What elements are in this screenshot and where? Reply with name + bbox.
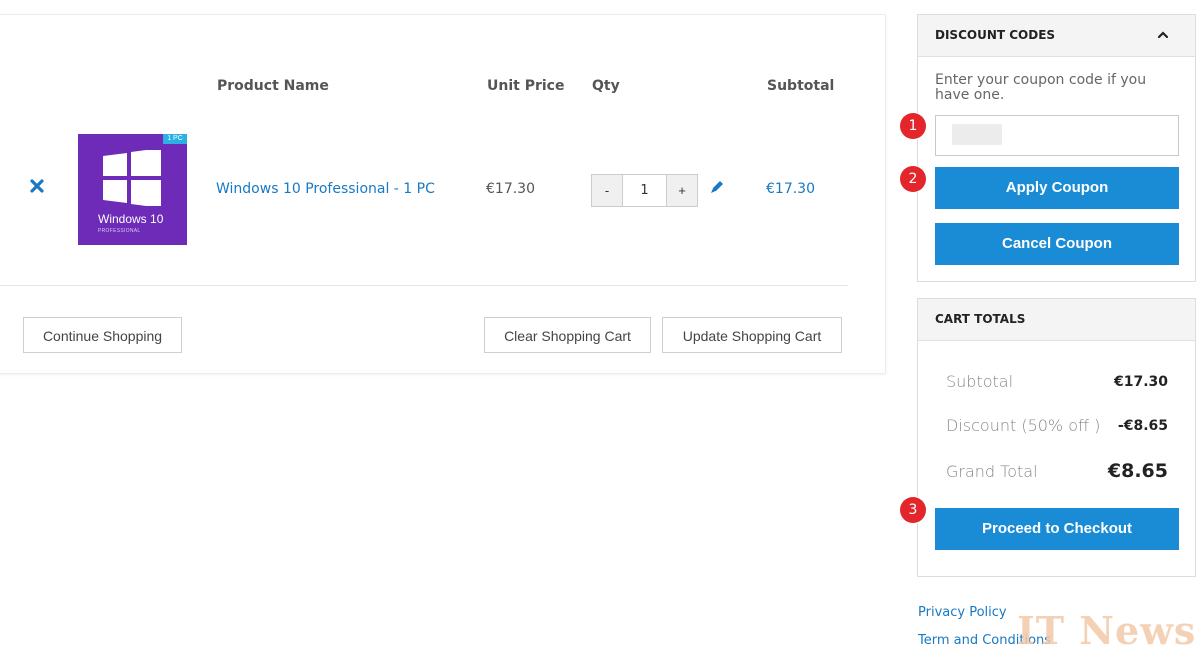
header-unit-price: Unit Price (487, 78, 565, 94)
proceed-to-checkout-button[interactable]: Proceed to Checkout (935, 508, 1179, 550)
apply-coupon-button[interactable]: Apply Coupon (935, 167, 1179, 209)
product-image-title: Windows 10 (98, 212, 164, 226)
item-subtotal: €17.30 (766, 181, 815, 197)
totals-discount-row: Discount (50% off ) -€8.65 (946, 416, 1168, 438)
quantity-stepper[interactable]: - 1 + (591, 174, 698, 207)
subtotal-value: €17.30 (1113, 374, 1168, 390)
header-product-name: Product Name (217, 78, 329, 94)
product-image[interactable]: 1 PC Windows 10 PROFESSIONAL (78, 134, 187, 245)
discount-codes-title: DISCOUNT CODES (935, 28, 1056, 42)
cart-totals-title: CART TOTALS (935, 312, 1026, 326)
pencil-icon[interactable] (709, 179, 725, 195)
totals-grand-row: Grand Total €8.65 (946, 460, 1168, 484)
remove-item-icon[interactable] (29, 178, 45, 194)
privacy-policy-link[interactable]: Privacy Policy (918, 605, 1007, 620)
chevron-up-icon[interactable] (1157, 30, 1169, 40)
cancel-coupon-button[interactable]: Cancel Coupon (935, 223, 1179, 265)
grand-total-label: Grand Total (946, 462, 1038, 481)
grand-total-value: €8.65 (1107, 460, 1168, 482)
unit-price: €17.30 (486, 181, 535, 197)
qty-input[interactable]: 1 (623, 175, 666, 206)
discount-codes-header[interactable]: DISCOUNT CODES (918, 15, 1195, 57)
step-marker-1: 1 (900, 113, 926, 139)
redacted-coupon-value (952, 124, 1002, 145)
header-qty: Qty (592, 78, 620, 94)
qty-increase-button[interactable]: + (666, 175, 697, 206)
cart-totals-header: CART TOTALS (918, 299, 1195, 341)
product-badge: 1 PC (163, 134, 187, 144)
step-marker-3: 3 (900, 497, 926, 523)
cart-divider (0, 285, 848, 286)
totals-subtotal-row: Subtotal €17.30 (946, 372, 1168, 394)
discount-codes-panel: DISCOUNT CODES Enter your coupon code if… (917, 14, 1196, 282)
update-cart-button[interactable]: Update Shopping Cart (662, 317, 842, 353)
subtotal-label: Subtotal (946, 372, 1014, 391)
coupon-hint: Enter your coupon code if you have one. (935, 72, 1147, 103)
clear-cart-button[interactable]: Clear Shopping Cart (484, 317, 651, 353)
product-name-link[interactable]: Windows 10 Professional - 1 PC (216, 181, 435, 197)
header-subtotal: Subtotal (767, 78, 835, 94)
windows-logo-icon (103, 150, 161, 206)
continue-shopping-button[interactable]: Continue Shopping (23, 317, 182, 353)
product-image-subtitle: PROFESSIONAL (98, 228, 141, 234)
discount-value: -€8.65 (1117, 418, 1168, 434)
cart-totals-panel: CART TOTALS Subtotal €17.30 Discount (50… (917, 298, 1196, 577)
watermark-logo: IT News (1017, 608, 1197, 653)
discount-label: Discount (50% off ) (946, 416, 1101, 435)
qty-decrease-button[interactable]: - (592, 175, 623, 206)
step-marker-2: 2 (900, 166, 926, 192)
